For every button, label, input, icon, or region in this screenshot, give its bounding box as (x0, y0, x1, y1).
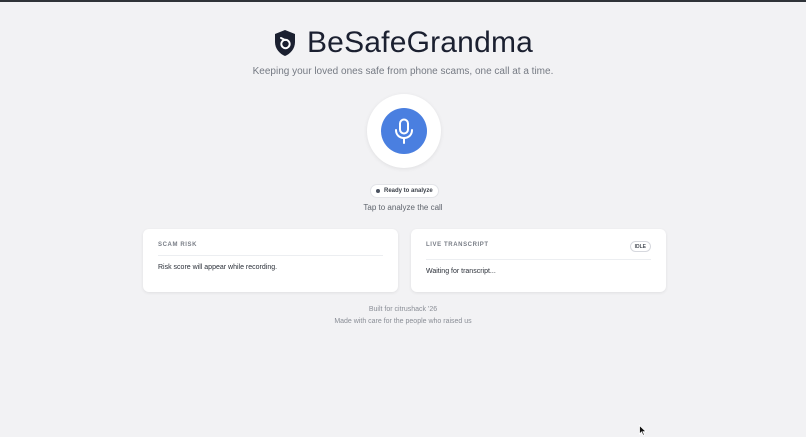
live-transcript-label: LIVE TRANSCRIPT (426, 242, 489, 248)
risk-score-placeholder: Risk score will appear while recording. (158, 264, 278, 271)
card-divider (426, 259, 651, 260)
card-divider (158, 255, 383, 256)
scam-risk-label: SCAM RISK (158, 242, 198, 248)
tagline: Keeping your loved ones safe from phone … (252, 66, 554, 77)
transcript-status-badge: IDLE (629, 241, 651, 252)
app-title: BeSafeGrandma (306, 26, 534, 59)
scam-risk-card: SCAM RISK Risk score will appear while r… (143, 229, 398, 292)
shield-icon (274, 30, 295, 56)
window-top-border (0, 0, 806, 2)
status-text: Ready to analyze (384, 188, 433, 194)
live-transcript-card: LIVE TRANSCRIPT IDLE Waiting for transcr… (411, 229, 666, 292)
brand-header: BeSafeGrandma (0, 26, 806, 60)
footer-credit: Built for citrushack '26 (368, 306, 438, 313)
status-dot-icon (376, 189, 380, 193)
record-button-circle[interactable] (381, 108, 427, 154)
microphone-icon (395, 118, 413, 144)
record-hint: Tap to analyze the call (363, 203, 443, 212)
transcript-placeholder: Waiting for transcript... (426, 268, 496, 275)
record-button[interactable] (367, 94, 441, 168)
footer-dedication: Made with care for the people who raised… (334, 318, 472, 325)
status-badge: Ready to analyze (370, 184, 439, 198)
mouse-cursor-icon (639, 425, 647, 436)
